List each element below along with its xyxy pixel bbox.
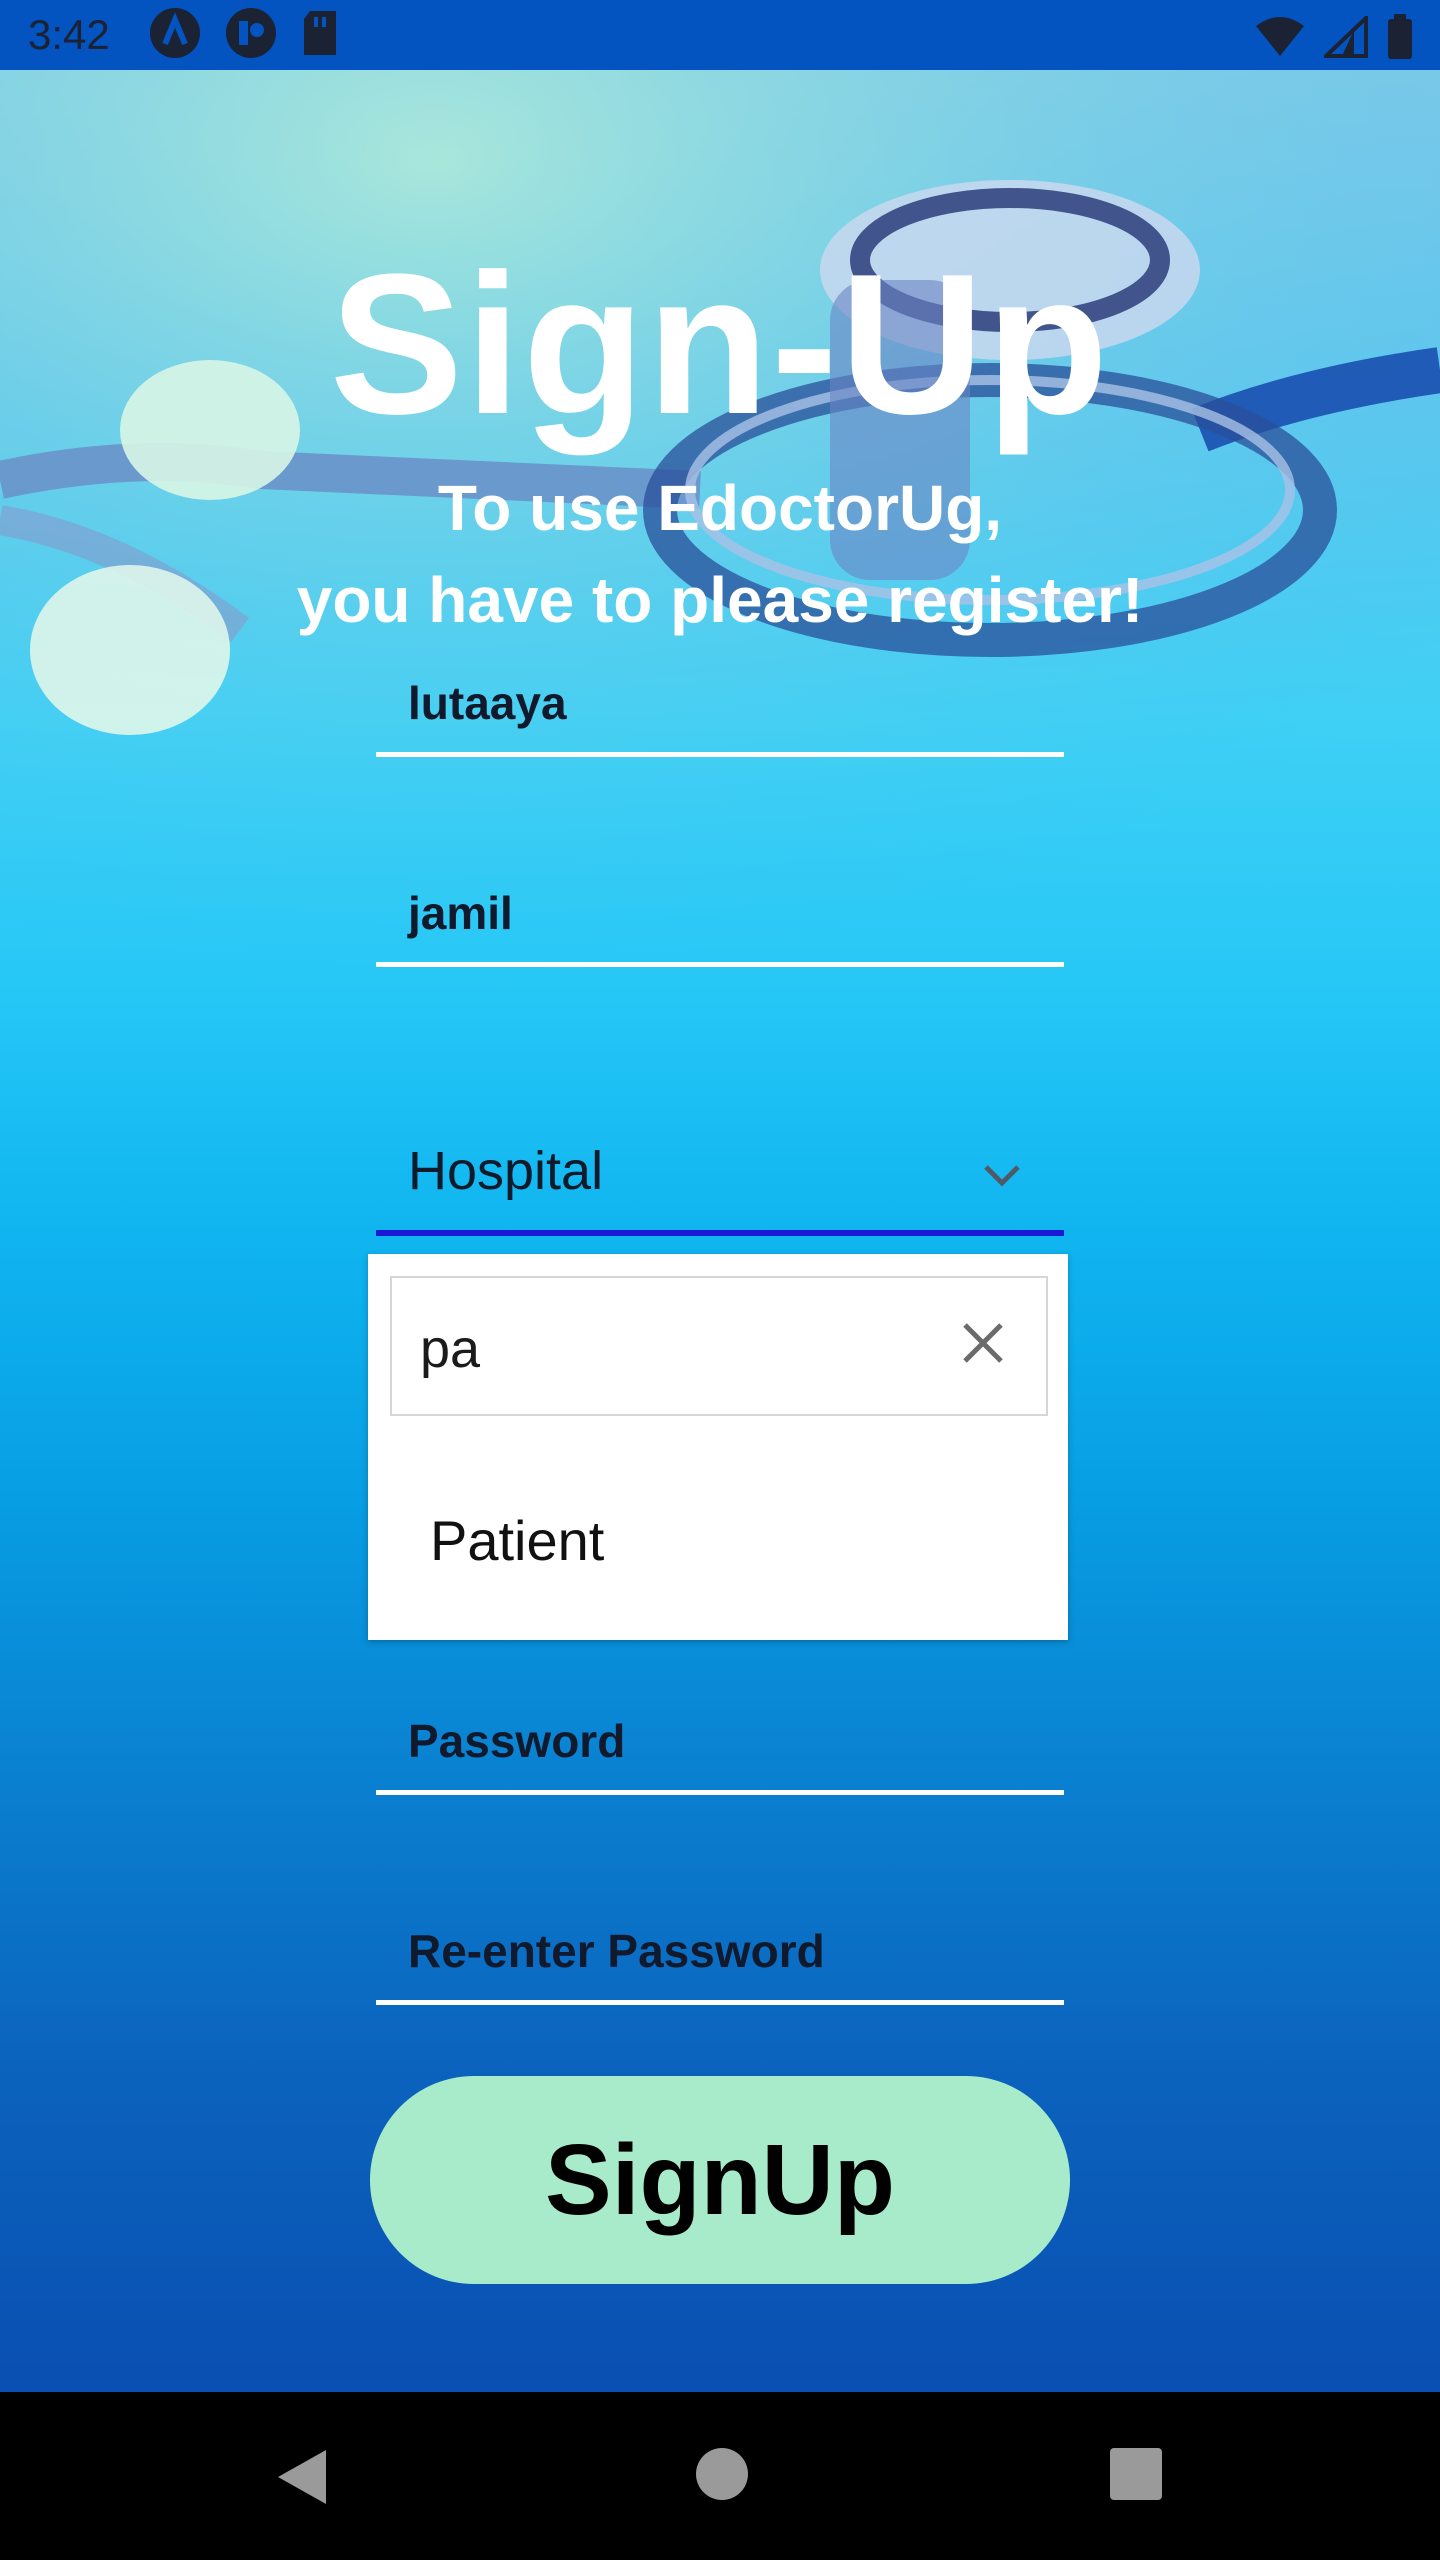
- status-bar: 3:42: [0, 0, 1440, 70]
- page-title: Sign-Up: [329, 233, 1111, 456]
- app-notification-icon: [224, 6, 278, 65]
- wifi-icon: [1254, 16, 1306, 63]
- cell-signal-icon: [1320, 13, 1368, 63]
- home-icon[interactable]: [694, 2446, 750, 2507]
- signup-button[interactable]: SignUp: [370, 2076, 1070, 2284]
- page-subtitle: To use EdoctorUg, you have to please reg…: [0, 462, 1440, 646]
- password-field[interactable]: Password: [376, 1710, 1064, 1795]
- first-name-field[interactable]: lutaaya: [376, 672, 1064, 757]
- dropdown-option-patient[interactable]: Patient: [430, 1508, 604, 1573]
- battery-icon: [1386, 14, 1414, 65]
- category-select[interactable]: Hospital: [376, 1140, 1064, 1236]
- reenter-password-placeholder: Re-enter Password: [408, 1925, 825, 1977]
- reenter-password-field[interactable]: Re-enter Password: [376, 1920, 1064, 2005]
- last-name-value: jamil: [408, 887, 513, 939]
- sd-card-icon: [300, 9, 340, 62]
- dropdown-search-value: pa: [420, 1319, 481, 1379]
- chevron-down-icon: [982, 1163, 1022, 1194]
- category-select-value: Hospital: [408, 1141, 604, 1201]
- first-name-value: lutaaya: [408, 677, 567, 729]
- subtitle-line-1: To use EdoctorUg,: [437, 472, 1003, 544]
- close-icon[interactable]: [960, 1320, 1006, 1371]
- app-background: Sign-Up To use EdoctorUg, you have to pl…: [0, 70, 1440, 2392]
- dropdown-search-input[interactable]: pa: [390, 1276, 1048, 1416]
- back-icon[interactable]: [272, 2446, 332, 2513]
- last-name-field[interactable]: jamil: [376, 882, 1064, 967]
- navigation-bar: [0, 2392, 1440, 2560]
- recents-icon[interactable]: [1108, 2446, 1164, 2507]
- subtitle-line-2: you have to please register!: [296, 564, 1144, 636]
- android-studio-icon: [148, 6, 202, 65]
- password-placeholder: Password: [408, 1715, 626, 1767]
- dropdown-panel: pa Patient: [368, 1254, 1068, 1640]
- status-time: 3:42: [28, 11, 110, 58]
